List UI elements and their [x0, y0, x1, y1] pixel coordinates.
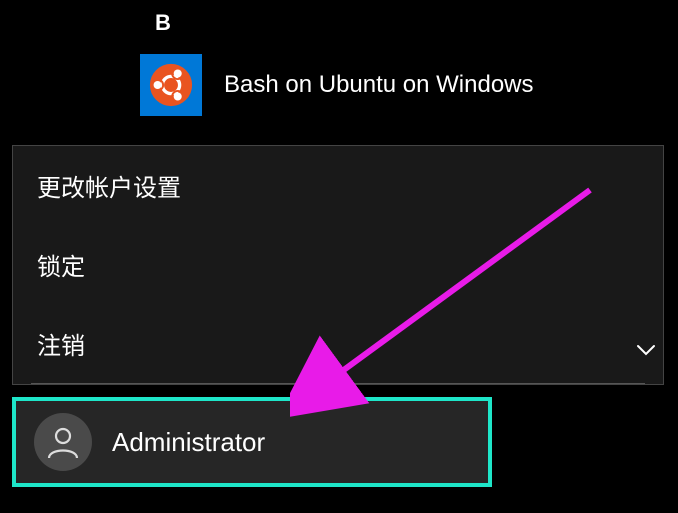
- user-context-menu: 更改帐户设置 锁定 注销: [12, 145, 664, 385]
- menu-item-lock[interactable]: 锁定: [13, 225, 663, 304]
- user-name-label: Administrator: [112, 427, 265, 458]
- letter-header-b[interactable]: B: [140, 10, 534, 36]
- user-avatar-icon: [34, 413, 92, 471]
- app-list: B Bash on Ubuntu on Windows: [140, 10, 534, 116]
- menu-item-change-account-settings[interactable]: 更改帐户设置: [13, 146, 663, 225]
- menu-item-sign-out[interactable]: 注销: [13, 304, 663, 383]
- chevron-down-icon[interactable]: [636, 340, 656, 361]
- menu-separator: [31, 383, 645, 384]
- app-item-label: Bash on Ubuntu on Windows: [224, 71, 534, 99]
- user-account-button[interactable]: Administrator: [12, 397, 492, 487]
- ubuntu-icon: [140, 54, 202, 116]
- app-item-bash-ubuntu[interactable]: Bash on Ubuntu on Windows: [140, 54, 534, 116]
